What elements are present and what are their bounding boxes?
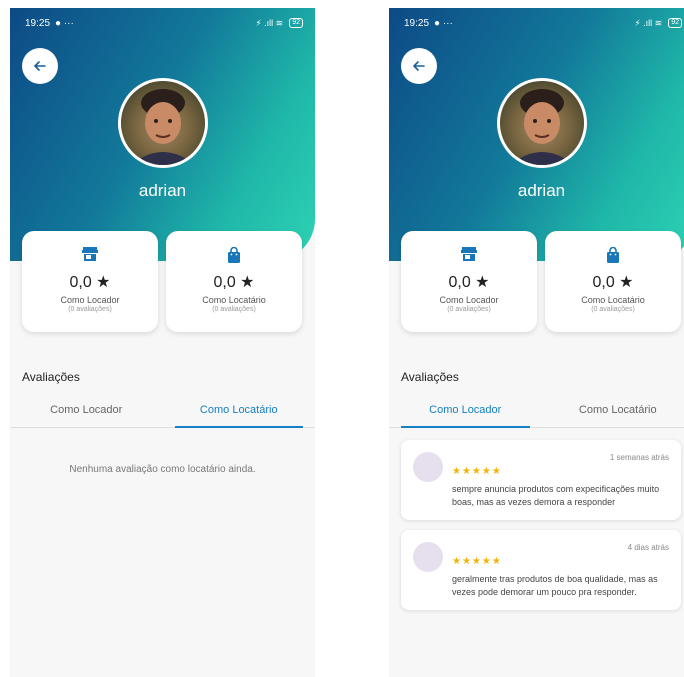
avatar [118,78,208,168]
shopping-bag-icon [607,247,619,263]
battery-icon: 92 [668,18,682,28]
shopping-bag-icon [228,247,240,263]
reviews-tabs: Como Locador Como Locatário [10,401,315,428]
arrow-left-icon [413,61,425,71]
battery-icon: 92 [289,18,303,28]
review-card: 4 dias atrás ★★★★★ geralmente tras produ… [401,530,681,610]
store-icon [82,247,98,261]
stat-value: 0,0 ★ [448,274,490,291]
avatar [497,78,587,168]
reviewer-avatar [413,542,443,572]
review-text: sempre anuncia produtos com expecificaçõ… [452,484,660,507]
stat-count: (0 avaliações) [591,306,635,313]
arrow-left-icon [34,61,46,71]
back-button[interactable] [22,48,58,84]
tab-como-locatario[interactable]: Como Locatário [542,401,684,427]
signal-icon: ⚡ .ıll ≋ [255,17,284,28]
review-stars: ★★★★★ [452,466,502,477]
stat-card-locatario: 0,0 ★ Como Locatário (0 avaliações) [166,231,302,332]
review-date: 4 dias atrás [627,543,669,552]
stat-value: 0,0 ★ [592,274,634,291]
stat-card-locador: 0,0 ★ Como Locador (0 avaliações) [401,231,537,332]
stat-label: Como Locatário [202,295,266,305]
status-time: 19:25 [404,17,430,29]
reviewer-avatar [413,452,443,482]
stat-label: Como Locatário [581,295,645,305]
stat-value: 0,0 ★ [69,274,111,291]
review-card: 1 semanas atrás ★★★★★ sempre anuncia pro… [401,440,681,520]
store-icon [461,247,477,261]
reviews-section-title: Avaliações [22,370,80,384]
review-text: geralmente tras produtos de boa qualidad… [452,574,658,597]
stat-count: (0 avaliações) [447,306,491,313]
stat-label: Como Locador [439,295,499,305]
avatar-photo [121,81,205,165]
status-bar: 19:25 ● ··· ⚡ .ıll ≋ 92 [25,15,303,31]
status-time: 19:25 [25,17,51,29]
signal-icon: ⚡ .ıll ≋ [634,17,663,28]
review-date: 1 semanas atrás [609,453,669,462]
review-stars: ★★★★★ [452,556,502,567]
reviews-section-title: Avaliações [401,370,459,384]
stat-card-locatario: 0,0 ★ Como Locatário (0 avaliações) [545,231,681,332]
status-bar: 19:25 ● ··· ⚡ .ıll ≋ 92 [404,15,682,31]
empty-reviews-message: Nenhuma avaliação como locatário ainda. [69,464,256,475]
stat-card-locador: 0,0 ★ Como Locador (0 avaliações) [22,231,158,332]
notification-icon: ● ··· [434,17,453,29]
stat-value: 0,0 ★ [213,274,255,291]
avatar-photo [500,81,584,165]
stat-label: Como Locador [60,295,120,305]
stat-count: (0 avaliações) [68,306,112,313]
reviews-tabs: Como Locador Como Locatário [389,401,684,428]
tab-como-locatario[interactable]: Como Locatário [163,401,316,428]
tab-como-locador[interactable]: Como Locador [389,401,542,428]
user-name: adrian [138,181,187,200]
notification-icon: ● ··· [55,17,74,29]
profile-screen-locatario-tab: 19:25 ● ··· ⚡ .ıll ≋ 92 adrian 0,0 ★ Com… [10,8,315,677]
back-button[interactable] [401,48,437,84]
stat-count: (0 avaliações) [212,306,256,313]
user-name: adrian [517,181,566,200]
tab-como-locador[interactable]: Como Locador [10,401,163,427]
profile-screen-locador-tab: 19:25 ● ··· ⚡ .ıll ≋ 92 adrian 0,0 ★ Com… [389,8,684,677]
